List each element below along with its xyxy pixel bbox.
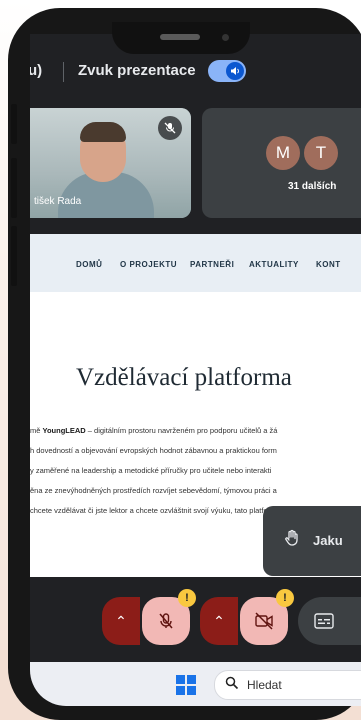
phone-volume-down: [11, 226, 17, 286]
phone-side-button: [11, 104, 17, 144]
windows-taskbar: Hledat: [30, 662, 361, 706]
warning-badge: !: [178, 589, 196, 607]
others-count-label: 31 dalších: [288, 181, 337, 192]
paragraph-line: h dovedností a objevování evropských hod…: [30, 446, 277, 455]
hand-icon: [283, 529, 301, 552]
avatar: M: [266, 136, 300, 170]
divider: [63, 62, 64, 82]
front-camera: [222, 34, 229, 41]
windows-start-icon[interactable]: [176, 675, 196, 695]
nav-item-partneri[interactable]: PARTNEŘI: [190, 260, 234, 269]
volume-icon: [226, 62, 244, 80]
mic-off-icon: [158, 116, 182, 140]
avatar: T: [304, 136, 338, 170]
participant-tile[interactable]: tišek Rada: [30, 108, 191, 218]
paragraph-line: ěna ze znevýhodněných prostředích rozvíj…: [30, 486, 277, 495]
others-tile[interactable]: M T 31 dalších: [202, 108, 361, 218]
raise-hand-button[interactable]: Jaku: [263, 506, 361, 576]
mic-off-icon: [159, 613, 173, 629]
paragraph-prefix: mě: [30, 426, 43, 435]
nav-item-o-projektu[interactable]: O PROJEKTU: [120, 260, 177, 269]
nav-item-domu[interactable]: DOMŮ: [76, 260, 102, 269]
speaker-grill: [160, 34, 200, 40]
camera-off-icon: [255, 612, 273, 630]
paragraph-rest: – digitálním prostoru navrženém pro podp…: [85, 426, 278, 435]
raise-hand-label: Jaku: [313, 533, 343, 548]
paragraph-line: y zaměřené na leadership a metodické pří…: [30, 466, 272, 475]
chevron-up-icon: ⌃: [213, 613, 225, 629]
nav-item-aktuality[interactable]: AKTUALITY: [249, 260, 299, 269]
phone-screen: u) Zvuk prezentace tišek Rada M T 31 dal…: [30, 34, 361, 706]
search-placeholder: Hledat: [247, 678, 282, 692]
truncated-label: u): [30, 62, 43, 79]
website-nav: DOMŮ O PROJEKTU PARTNEŘI AKTUALITY KONT: [30, 234, 361, 292]
paragraph-line: mě YoungLEAD – digitálním prostoru navrž…: [30, 426, 361, 435]
taskbar-search[interactable]: Hledat: [214, 670, 361, 700]
video-options-button[interactable]: ⌃: [200, 597, 238, 645]
presentation-audio-toggle[interactable]: [208, 60, 246, 82]
warning-badge: !: [276, 589, 294, 607]
page-title: Vzdělávací platforma: [76, 364, 292, 391]
nav-item-kontakt[interactable]: KONT: [316, 260, 341, 269]
participant-name: tišek Rada: [34, 196, 82, 207]
phone-volume-up: [11, 158, 17, 218]
participant-hair: [80, 122, 126, 142]
captions-icon: [314, 613, 334, 629]
chevron-up-icon: ⌃: [115, 613, 127, 629]
presentation-audio-label: Zvuk prezentace: [78, 62, 196, 79]
search-icon: [225, 676, 239, 693]
audio-options-button[interactable]: ⌃: [102, 597, 140, 645]
phone-notch: [112, 22, 250, 54]
captions-button[interactable]: [298, 597, 361, 645]
paragraph-bold: YoungLEAD: [42, 426, 86, 435]
